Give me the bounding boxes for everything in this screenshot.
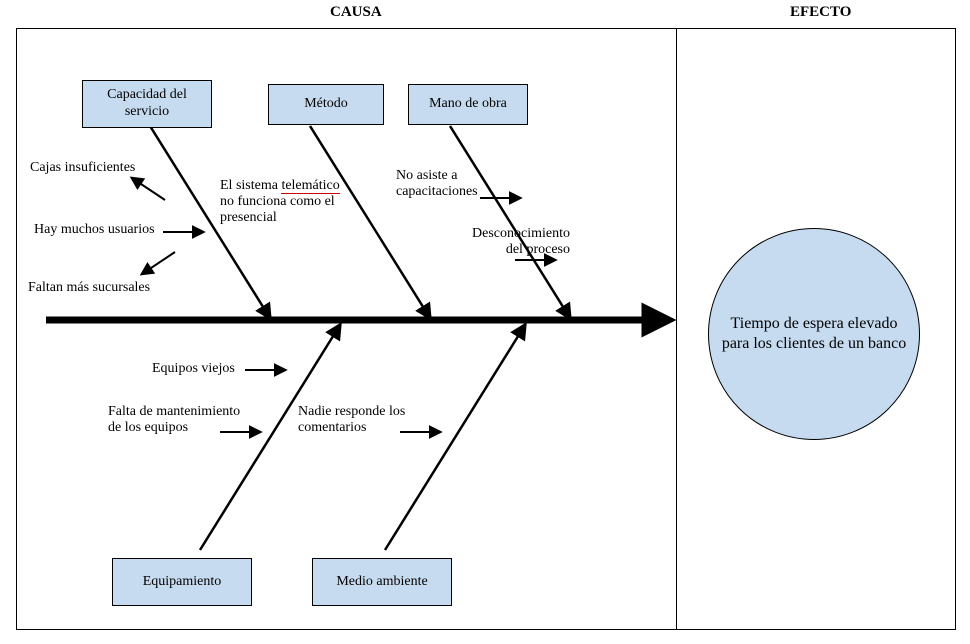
category-mano: Mano de obra <box>408 84 528 125</box>
text-part: capacitaciones <box>396 184 478 199</box>
category-label: Equipamiento <box>143 574 222 591</box>
category-capacidad: Capacidad del servicio <box>82 80 212 128</box>
diagram-container: CAUSA EFECTO <box>0 0 970 644</box>
cause-capacitaciones: No asiste a capacitaciones <box>396 168 516 200</box>
cause-telematico: El sistema telemático no funciona como e… <box>220 178 400 226</box>
effect-text: Tiempo de espera elevado para los client… <box>719 314 909 354</box>
text-part: presencial <box>220 210 277 225</box>
text-part: El sistema <box>220 178 281 193</box>
text-part: Desconocimiento <box>472 226 570 241</box>
category-label: Mano de obra <box>429 96 507 113</box>
text-part: Falta de mantenimiento <box>108 404 240 419</box>
cause-muchos-usuarios: Hay muchos usuarios <box>34 222 155 238</box>
cause-equipos-viejos: Equipos viejos <box>152 361 235 377</box>
text-part: del proceso <box>506 242 570 257</box>
cause-cajas-insuficientes: Cajas insuficientes <box>30 160 135 176</box>
text-part: No asiste a <box>396 168 457 183</box>
category-equipamiento: Equipamiento <box>112 558 252 606</box>
cause-desconocimiento: Desconocimiento del proceso <box>430 226 570 258</box>
cause-mantenimiento: Falta de mantenimiento de los equipos <box>108 404 278 436</box>
text-part: no funciona como el <box>220 194 335 209</box>
text-part: comentarios <box>298 420 366 435</box>
cause-nadie-responde: Nadie responde los comentarios <box>298 404 448 436</box>
category-label: Método <box>304 96 348 113</box>
category-medio: Medio ambiente <box>312 558 452 606</box>
category-label: Capacidad del servicio <box>87 87 207 121</box>
underlined-word: telemático <box>281 178 339 194</box>
text-part: Nadie responde los <box>298 404 405 419</box>
category-metodo: Método <box>268 84 384 125</box>
cause-sucursales: Faltan más sucursales <box>28 280 150 296</box>
text-part: de los equipos <box>108 420 188 435</box>
category-label: Medio ambiente <box>336 574 427 591</box>
effect-circle: Tiempo de espera elevado para los client… <box>708 228 920 440</box>
